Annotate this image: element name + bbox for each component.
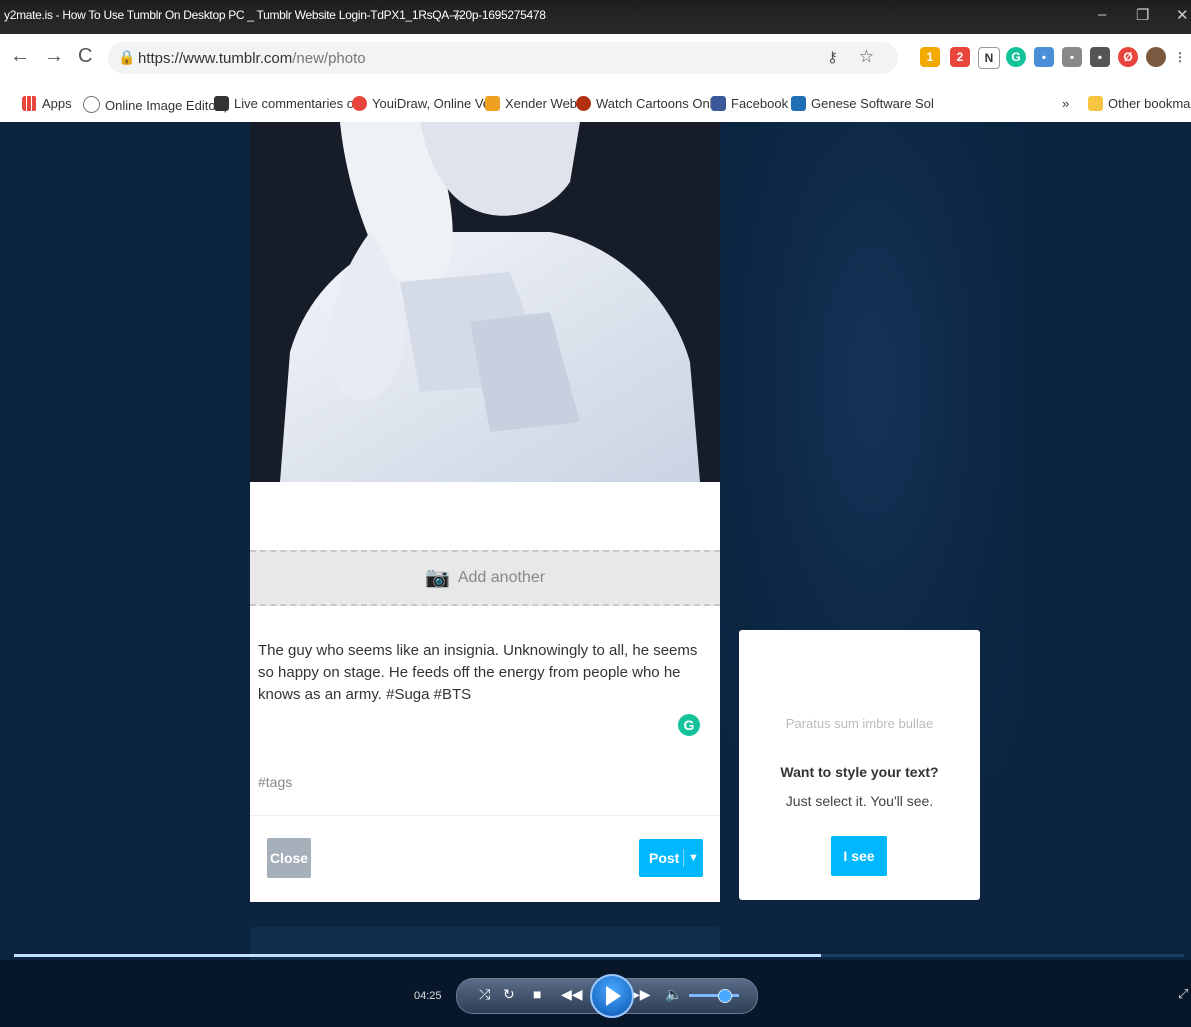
extension-icon[interactable]: ▪ bbox=[1062, 47, 1082, 67]
caption-textarea[interactable]: The guy who seems like an insignia. Unkn… bbox=[258, 640, 708, 706]
site-icon bbox=[214, 96, 229, 111]
extension-icon[interactable]: 2 bbox=[950, 47, 970, 67]
seek-bar-progress bbox=[14, 954, 822, 957]
extension-icon[interactable]: Ø bbox=[1118, 47, 1138, 67]
window-titlebar: y2mate.is - How To Use Tumblr On Desktop… bbox=[0, 0, 1191, 34]
restore-icon[interactable]: ❐ bbox=[1136, 6, 1149, 24]
tumblr-page: 📷 Add another The guy who seems like an i… bbox=[0, 122, 1191, 1027]
add-another-photo-button[interactable]: 📷 Add another bbox=[250, 550, 720, 606]
play-icon bbox=[606, 986, 621, 1006]
stop-icon[interactable]: ■ bbox=[533, 986, 541, 1002]
grammarly-icon[interactable]: G bbox=[678, 714, 700, 736]
bookmark-facebook[interactable]: Facebook bbox=[711, 96, 788, 111]
site-icon bbox=[352, 96, 367, 111]
globe-icon bbox=[83, 96, 100, 113]
bookmark-label: Xender Web bbox=[505, 96, 578, 111]
grammarly-extension-icon[interactable]: G bbox=[1006, 47, 1026, 67]
close-window-icon[interactable]: ✕ bbox=[1176, 6, 1189, 24]
bookmark-star-icon[interactable]: ☆ bbox=[859, 47, 874, 67]
volume-slider[interactable] bbox=[689, 989, 739, 1003]
folder-icon bbox=[1088, 96, 1103, 111]
hourglass-icon bbox=[485, 96, 500, 111]
volume-knob[interactable] bbox=[718, 989, 733, 1003]
bookmark-label: YouiDraw, Online Vec bbox=[372, 96, 497, 111]
extension-icon[interactable]: N bbox=[978, 47, 1000, 69]
reload-icon[interactable]: C bbox=[78, 45, 92, 68]
lock-icon: 🔒 bbox=[118, 49, 136, 65]
tip-heading: Want to style your text? bbox=[780, 764, 939, 780]
site-icon bbox=[576, 96, 591, 111]
i-see-button[interactable]: I see bbox=[831, 836, 887, 876]
tags-input[interactable]: #tags bbox=[258, 774, 292, 790]
extension-icon[interactable]: ▪ bbox=[1090, 47, 1110, 67]
extension-icon[interactable]: ▪ bbox=[1034, 47, 1054, 67]
avatar[interactable] bbox=[1146, 47, 1166, 67]
more-bookmarks-button[interactable]: » bbox=[1062, 96, 1069, 111]
bookmark-label: Apps bbox=[42, 96, 72, 111]
calendar-icon bbox=[791, 96, 806, 111]
uploaded-photo bbox=[250, 122, 720, 482]
new-tab-icon[interactable]: + bbox=[452, 6, 463, 27]
bookmark-online-image-editor[interactable]: Online Image Editor | bbox=[83, 96, 227, 113]
bookmark-apps[interactable]: Apps bbox=[22, 96, 72, 111]
bookmark-label: Online Image Editor | bbox=[105, 98, 227, 113]
close-button[interactable]: Close bbox=[267, 838, 311, 878]
browser-toolbar: ← → C 🔒 https://www.tumblr.com/new/photo… bbox=[0, 34, 1191, 84]
mute-icon[interactable]: 🔈 bbox=[665, 986, 682, 1003]
menu-icon[interactable]: ⋮ bbox=[1170, 47, 1190, 67]
address-bar[interactable]: 🔒 https://www.tumblr.com/new/photo ⚷ ☆ bbox=[108, 42, 898, 74]
tip-subtext: Just select it. You'll see. bbox=[785, 793, 934, 809]
bookmark-genese-software[interactable]: Genese Software Sol bbox=[791, 96, 934, 111]
tip-placeholder: Paratus sum imbre bullae bbox=[785, 716, 934, 731]
composer-divider bbox=[250, 815, 720, 816]
url-text: https://www.tumblr.com/new/photo bbox=[138, 50, 366, 67]
facebook-icon bbox=[711, 96, 726, 111]
bookmark-watch-cartoons[interactable]: Watch Cartoons Onli bbox=[576, 96, 715, 111]
bookmark-label: Watch Cartoons Onli bbox=[596, 96, 716, 111]
apps-grid-icon bbox=[22, 96, 37, 111]
camera-plus-icon: 📷 bbox=[424, 567, 450, 589]
style-text-tip: Paratus sum imbre bullae Want to style y… bbox=[739, 630, 980, 900]
photo-illustration bbox=[250, 122, 720, 482]
chevron-down-icon[interactable]: ▼ bbox=[688, 839, 699, 877]
bookmark-label: Live commentaries o bbox=[234, 96, 354, 111]
bookmarks-bar: Apps Online Image Editor | Live commenta… bbox=[0, 84, 1191, 123]
key-icon[interactable]: ⚷ bbox=[827, 48, 838, 66]
other-bookmarks-label: Other bookmarks bbox=[1108, 96, 1191, 111]
url-host: https://www.tumblr.com bbox=[138, 50, 293, 67]
post-button-separator bbox=[683, 849, 684, 867]
other-bookmarks[interactable]: Other bookmarks bbox=[1088, 96, 1191, 111]
play-button[interactable] bbox=[590, 974, 634, 1018]
window-title: y2mate.is - How To Use Tumblr On Desktop… bbox=[4, 8, 546, 22]
forward-icon[interactable]: → bbox=[44, 45, 64, 68]
previous-icon[interactable]: ◀◀ bbox=[561, 986, 583, 1003]
shuffle-icon[interactable]: ⤮ bbox=[479, 986, 490, 1003]
bookmark-live-commentaries[interactable]: Live commentaries o bbox=[214, 96, 354, 111]
fullscreen-icon[interactable]: ⤢ bbox=[1178, 986, 1188, 1002]
extension-icon[interactable]: 1 bbox=[920, 47, 940, 67]
post-button[interactable]: Post ▼ bbox=[639, 839, 703, 877]
repeat-icon[interactable]: ↻ bbox=[503, 986, 515, 1003]
post-composer: 📷 Add another The guy who seems like an i… bbox=[250, 482, 720, 902]
bookmark-xender-web[interactable]: Xender Web bbox=[485, 96, 577, 111]
elapsed-time: 04:25 bbox=[414, 990, 442, 1002]
post-button-label: Post bbox=[649, 850, 680, 866]
add-another-label: Add another bbox=[457, 569, 546, 586]
minimize-icon[interactable]: – bbox=[1098, 6, 1106, 23]
bookmark-label: Facebook bbox=[731, 96, 789, 111]
back-icon[interactable]: ← bbox=[10, 45, 30, 68]
bookmark-youidraw[interactable]: YouiDraw, Online Vec bbox=[352, 96, 497, 111]
seek-bar[interactable] bbox=[14, 954, 1184, 957]
bookmark-label: Genese Software Sol bbox=[811, 96, 934, 111]
url-path: /new/photo bbox=[292, 50, 366, 67]
